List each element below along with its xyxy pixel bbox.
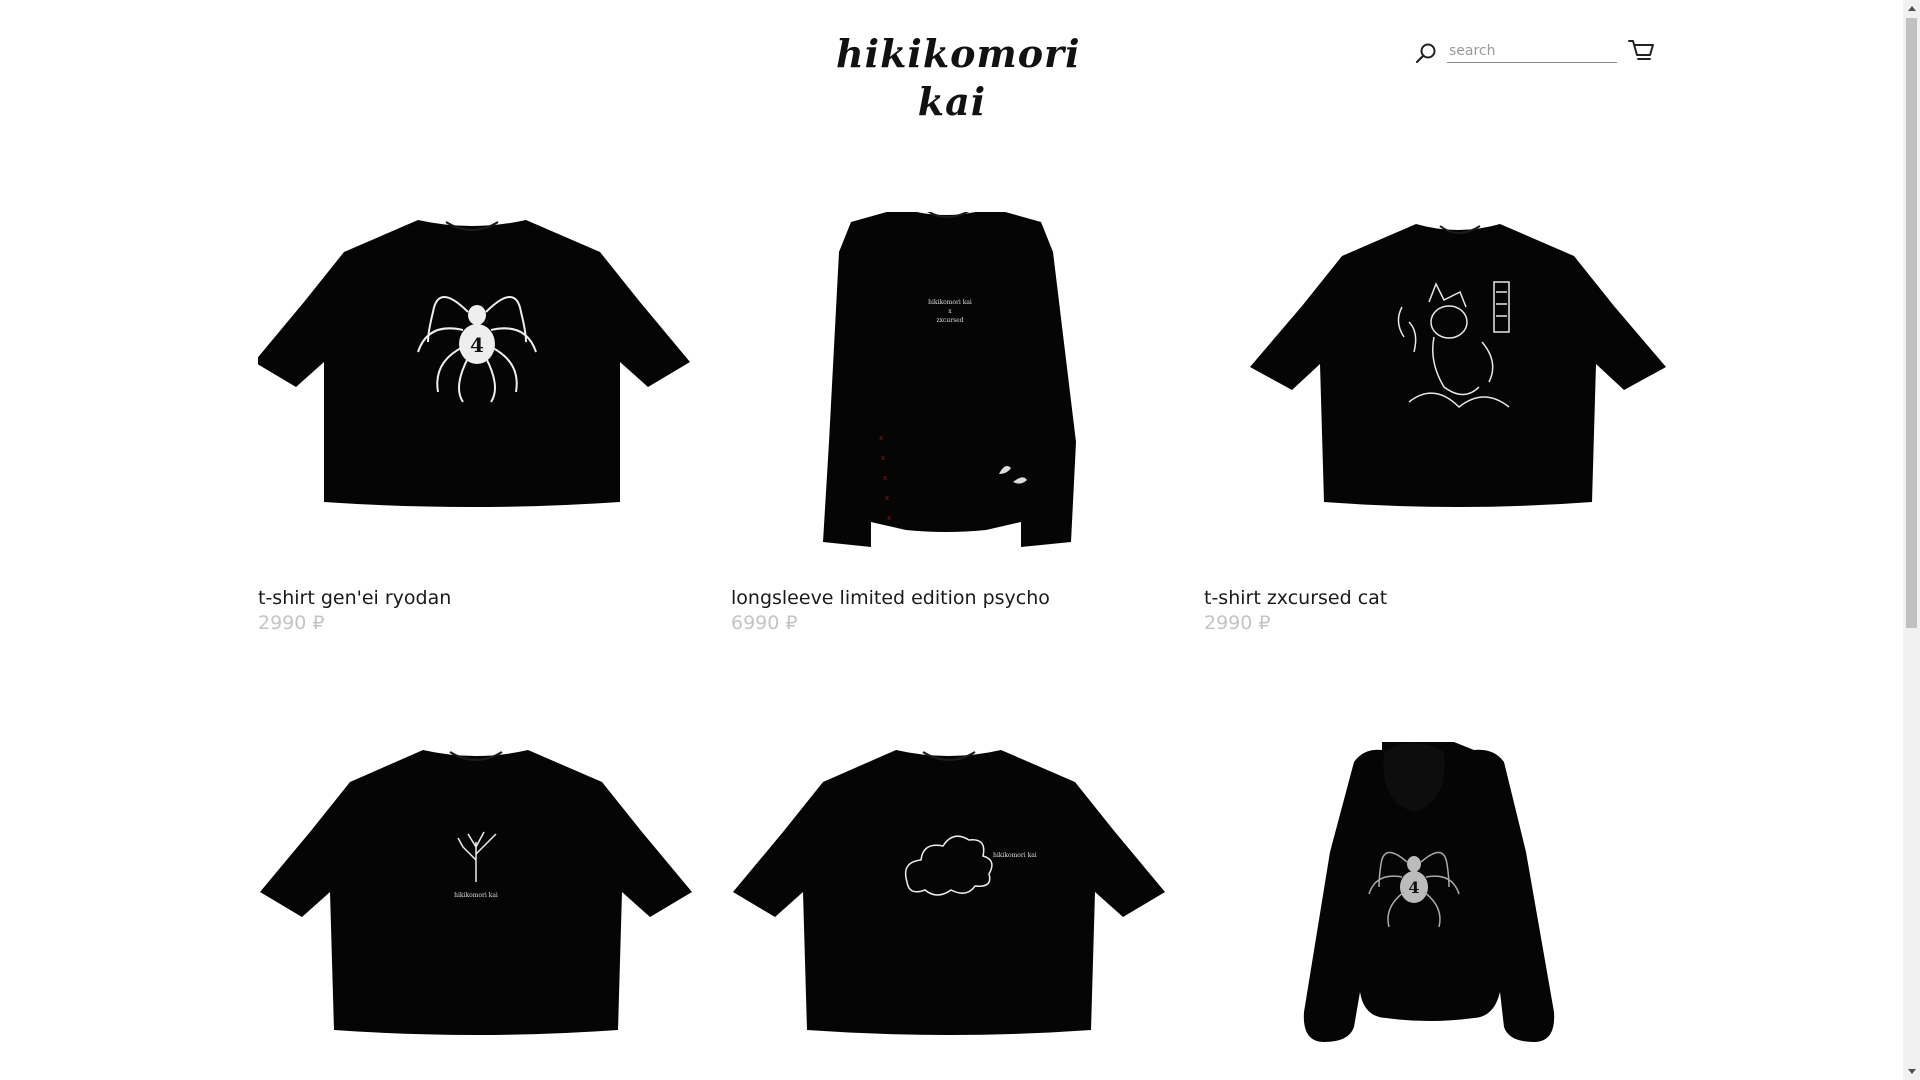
product-title[interactable]: t-shirt gen'ei ryodan [258, 587, 451, 609]
longsleeve-print-line: zxcursed [936, 317, 963, 324]
hoodie-spider-image: 4 [1303, 742, 1555, 1042]
svg-text:x: x [887, 514, 891, 522]
scroll-thumb[interactable] [1906, 18, 1917, 628]
product-title[interactable]: longsleeve limited edition psycho [731, 587, 1050, 609]
search-bar [1415, 38, 1617, 66]
product-image[interactable]: hikikomori kai [731, 742, 1203, 1080]
product-image[interactable]: 4 [1204, 742, 1676, 1080]
svg-text:4: 4 [470, 333, 484, 357]
page-scrollbar[interactable] [1903, 0, 1920, 1080]
product-title[interactable]: t-shirt zxcursed cat [1204, 587, 1387, 609]
cart-icon[interactable] [1628, 38, 1656, 64]
svg-text:4: 4 [1408, 878, 1419, 897]
site-logo[interactable]: hikikomori kai [836, 30, 1080, 126]
tshirt-cat-image [1250, 224, 1666, 507]
search-input[interactable] [1447, 40, 1617, 63]
tshirt-cloud-image: hikikomori kai [733, 750, 1165, 1035]
tshirt-spider-image: 4 [258, 220, 690, 507]
product-price: 2990 ₽ [258, 612, 325, 634]
tree-print-text: hikikomori kai [454, 892, 498, 899]
tshirt-tree-image: hikikomori kai [260, 750, 692, 1035]
product-image[interactable] [1204, 212, 1676, 602]
longsleeve-print-line: hikikomori kai [928, 299, 972, 306]
product-image[interactable]: 4 [258, 212, 730, 602]
svg-text:x: x [883, 474, 887, 482]
chevron-down-icon [1907, 1069, 1916, 1074]
page: hikikomori kai 4 [0, 0, 1903, 1080]
product-image[interactable]: hikikomori kai [258, 742, 730, 1080]
svg-text:x: x [879, 434, 883, 442]
svg-text:x: x [881, 454, 885, 462]
scroll-up-button[interactable] [1903, 0, 1920, 17]
chevron-up-icon [1907, 6, 1916, 11]
svg-text:x: x [885, 494, 889, 502]
product-image[interactable]: hikikomori kai x zxcursed x x x x x [731, 212, 1203, 602]
cloud-print-text: hikikomori kai [993, 852, 1037, 859]
scroll-down-button[interactable] [1903, 1063, 1920, 1080]
search-icon[interactable] [1415, 42, 1437, 64]
longsleeve-image: hikikomori kai x zxcursed x x x x x [823, 212, 1076, 547]
product-price: 2990 ₽ [1204, 612, 1271, 634]
product-price: 6990 ₽ [731, 612, 798, 634]
